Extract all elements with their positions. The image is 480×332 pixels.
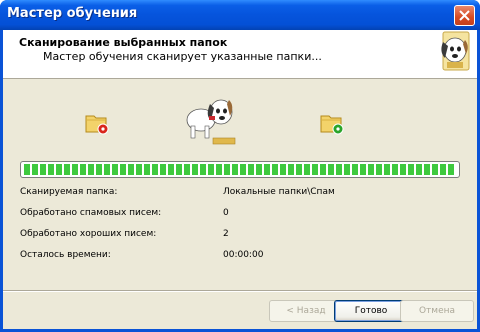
info-label: Обработано спамовых писем:: [20, 208, 162, 218]
title-bar[interactable]: Мастер обучения: [0, 0, 480, 30]
info-row-folder: Сканируемая папка: Локальные папки\Спам: [20, 187, 460, 201]
info-value: 0: [223, 208, 229, 218]
info-value: 2: [223, 229, 229, 239]
wizard-header: Сканирование выбранных папок Мастер обуч…: [3, 30, 477, 79]
dog-animation-icon: [186, 99, 236, 145]
info-label: Сканируемая папка:: [20, 187, 118, 197]
info-value: Локальные папки\Спам: [223, 187, 335, 197]
page-subtitle: Мастер обучения сканирует указанные папк…: [43, 50, 322, 63]
page-title: Сканирование выбранных папок: [19, 36, 228, 49]
close-button[interactable]: [454, 5, 475, 26]
scan-progress-fill: [24, 164, 456, 175]
info-row-spam-count: Обработано спамовых писем: 0: [20, 208, 460, 222]
back-button[interactable]: < Назад: [269, 300, 343, 322]
wizard-window: Мастер обучения Сканирование выбранных п…: [0, 0, 480, 332]
info-label: Осталось времени:: [20, 250, 111, 260]
finish-button[interactable]: Готово: [334, 300, 408, 322]
spam-folder-icon: [85, 115, 109, 135]
good-folder-icon: [320, 115, 344, 135]
window-title: Мастер обучения: [7, 6, 138, 21]
wizard-client-area: Сканирование выбранных папок Мастер обуч…: [3, 30, 477, 329]
info-row-time-left: Осталось времени: 00:00:00: [20, 250, 460, 264]
scan-progress-bar: [20, 161, 460, 178]
info-value: 00:00:00: [223, 250, 264, 260]
scan-info: Сканируемая папка: Локальные папки\Спам …: [20, 180, 460, 290]
dog-logo-icon: [441, 31, 470, 71]
footer-separator: [3, 290, 477, 292]
cancel-button[interactable]: Отмена: [400, 300, 474, 322]
scan-animation: [3, 90, 477, 170]
info-label: Обработано хороших писем:: [20, 229, 157, 239]
info-row-good-count: Обработано хороших писем: 2: [20, 229, 460, 243]
close-icon: [459, 10, 470, 21]
